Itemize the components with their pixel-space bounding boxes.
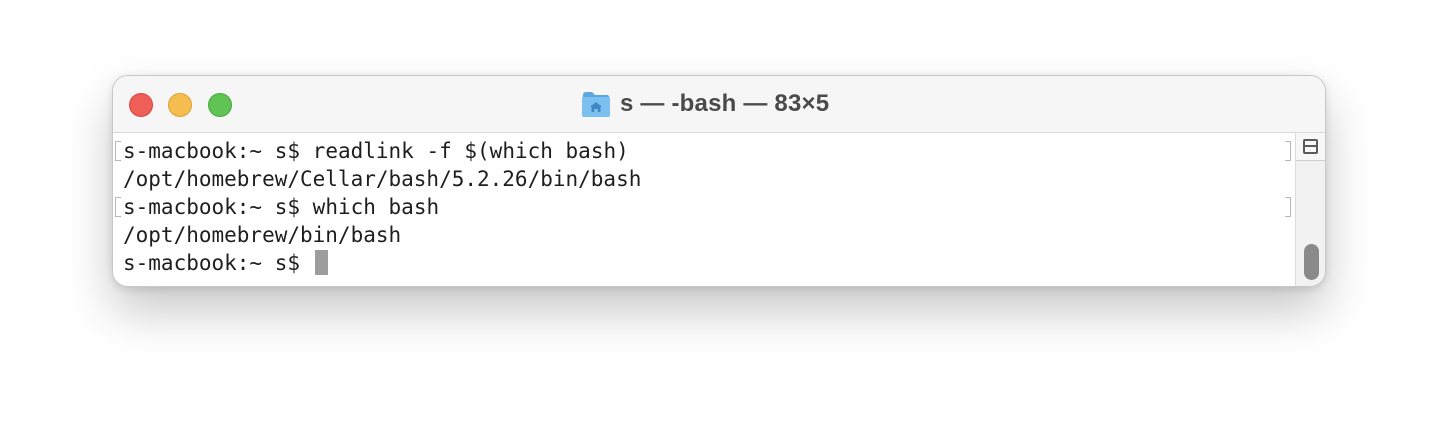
- window-title-group: s — -bash — 83×5: [581, 89, 829, 119]
- vertical-scrollbar[interactable]: [1295, 133, 1325, 286]
- close-icon[interactable]: [129, 93, 153, 117]
- line-mark-left: [115, 197, 121, 217]
- scroll-thumb[interactable]: [1304, 244, 1319, 280]
- terminal-window: s — -bash — 83×5 s-macbook:~ s$ readlink…: [112, 75, 1326, 287]
- minimize-icon[interactable]: [168, 93, 192, 117]
- folder-home-icon: [582, 92, 610, 117]
- split-pane-button[interactable]: [1296, 133, 1325, 161]
- text-cursor: [314, 250, 328, 275]
- command-output: /opt/homebrew/Cellar/bash/5.2.26/bin/bas…: [123, 167, 642, 191]
- title-bar[interactable]: s — -bash — 83×5: [113, 76, 1325, 133]
- command-output: /opt/homebrew/bin/bash: [123, 223, 402, 247]
- prompt: s-macbook:~ s$: [123, 251, 301, 275]
- line-mark-right: [1285, 141, 1291, 161]
- command: readlink -f $(which bash): [312, 139, 629, 163]
- line-mark-right: [1285, 197, 1291, 217]
- terminal-line: s-macbook:~ s$ readlink -f $(which bash): [123, 137, 629, 165]
- zoom-icon[interactable]: [208, 93, 232, 117]
- terminal-line[interactable]: s-macbook:~ s$: [123, 249, 328, 277]
- window-title: s — -bash — 83×5: [620, 90, 830, 117]
- prompt: s-macbook:~ s$: [123, 195, 301, 219]
- split-pane-icon: [1303, 139, 1318, 154]
- prompt: s-macbook:~ s$: [123, 139, 301, 163]
- command: which bash: [312, 195, 440, 219]
- terminal-line: s-macbook:~ s$ which bash: [123, 193, 439, 221]
- terminal-line: /opt/homebrew/Cellar/bash/5.2.26/bin/bas…: [123, 165, 641, 193]
- line-mark-left: [115, 141, 121, 161]
- terminal-content[interactable]: s-macbook:~ s$ readlink -f $(which bash)…: [113, 133, 1295, 286]
- terminal-line: /opt/homebrew/bin/bash: [123, 221, 401, 249]
